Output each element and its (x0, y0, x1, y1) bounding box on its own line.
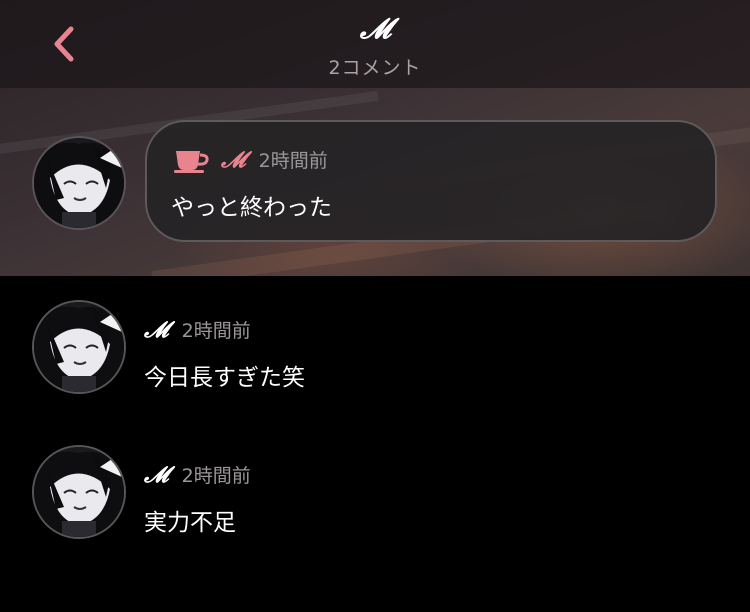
comment-item[interactable]: 𝓜 2時間前 やっと終わった (0, 0, 750, 276)
comment-time: 2時間前 (181, 320, 251, 342)
coffee-cup-icon (174, 150, 209, 173)
comment-meta: 𝓜 2時間前 (144, 461, 251, 488)
comment-author[interactable]: 𝓜 (221, 147, 246, 173)
comments-screen: 𝓜 2コメント 𝓜 2時間前 やっと終わった 𝓜 2時間前 今日長すぎた笑 𝓜 … (0, 0, 750, 612)
comment-item[interactable]: 𝓜 2時間前 今日長すぎた笑 (0, 276, 750, 421)
comment-text: 今日長すぎた笑 (144, 365, 305, 391)
avatar[interactable] (32, 445, 126, 539)
comment-meta: 𝓜 2時間前 (144, 316, 251, 343)
comment-bubble[interactable]: 𝓜 2時間前 やっと終わった (145, 120, 717, 242)
comment-author[interactable]: 𝓜 (144, 317, 169, 343)
comment-text: 実力不足 (144, 510, 236, 536)
comment-item[interactable]: 𝓜 2時間前 実力不足 (0, 421, 750, 566)
avatar[interactable] (32, 136, 126, 230)
comment-time: 2時間前 (181, 465, 251, 487)
comment-meta: 𝓜 2時間前 (173, 146, 328, 173)
comment-author[interactable]: 𝓜 (144, 462, 169, 488)
comment-time: 2時間前 (258, 150, 328, 172)
avatar[interactable] (32, 300, 126, 394)
comment-text: やっと終わった (171, 195, 332, 221)
